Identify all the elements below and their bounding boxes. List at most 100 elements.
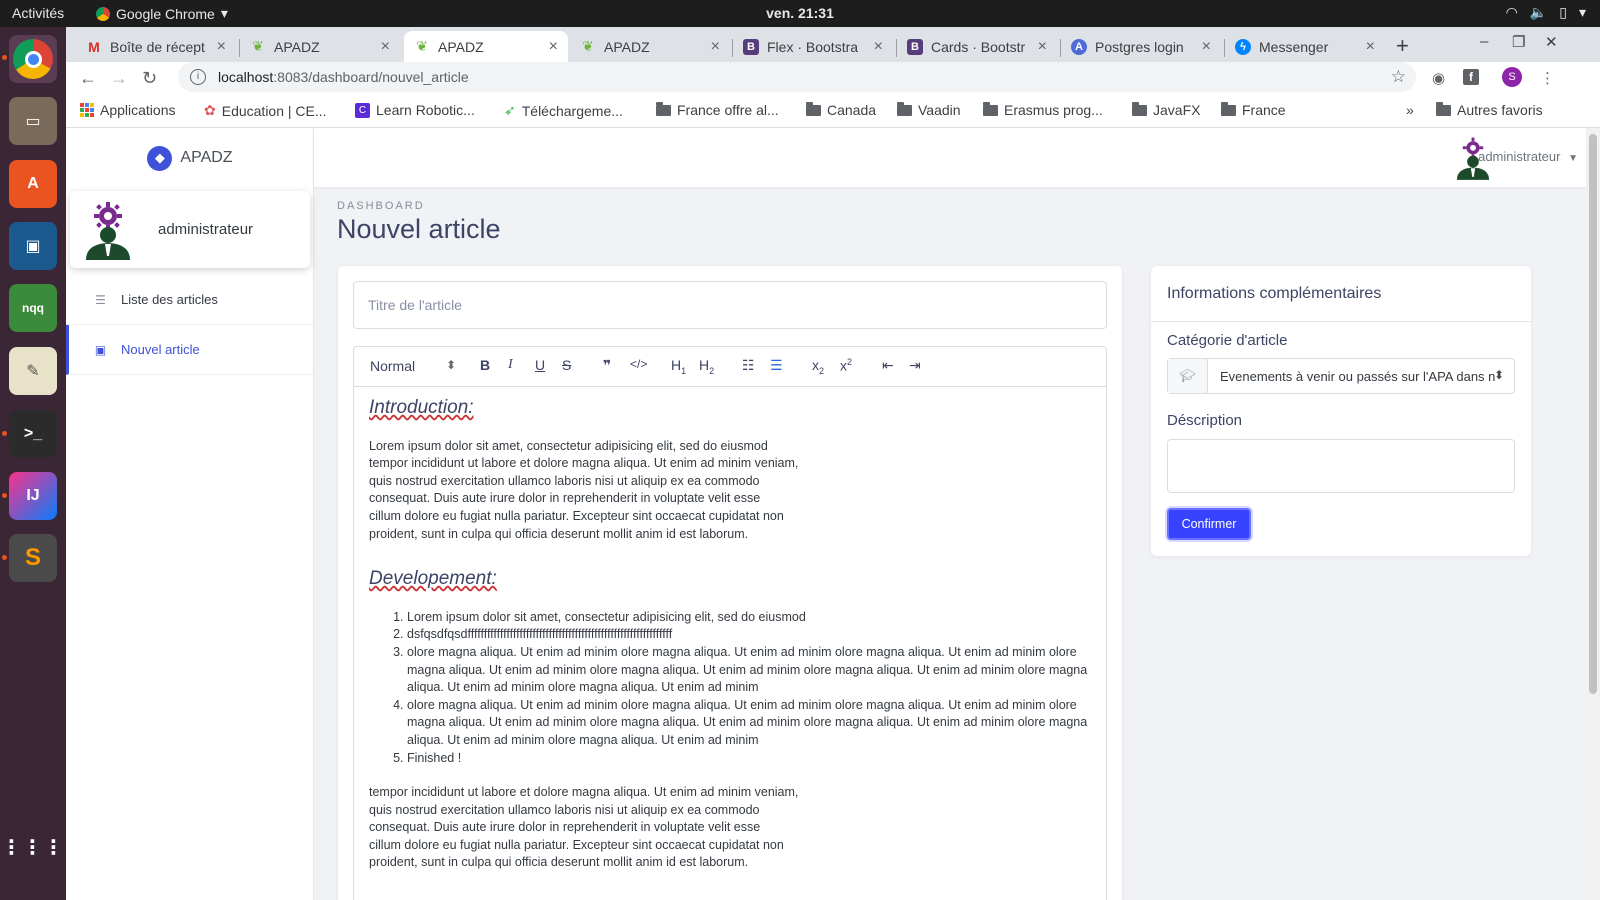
forward-button[interactable]: → [110, 68, 128, 89]
leaf-icon: ❦ [416, 38, 428, 54]
bookmark-folder-javafx[interactable]: JavaFX [1132, 101, 1200, 118]
list-item: olore magna aliqua. Ut enim ad minim olo… [407, 697, 1099, 750]
messenger-icon: ϟ [1235, 38, 1251, 55]
close-icon[interactable]: × [1038, 38, 1047, 56]
facebook-icon[interactable]: f [1463, 69, 1479, 85]
confirm-button[interactable]: Confirmer [1167, 508, 1251, 540]
sidebar-item-label: Liste des articles [121, 292, 218, 307]
tab-bootstrap-cards[interactable]: B Cards · Bootstr × [897, 31, 1057, 62]
close-icon[interactable]: × [1202, 38, 1211, 56]
intro-heading: Introduction: [369, 397, 474, 418]
brand[interactable]: ◆ APADZ [66, 128, 314, 188]
bookmark-folder-france[interactable]: France [1221, 101, 1286, 118]
bookmarks-overflow-button[interactable]: » [1406, 102, 1414, 118]
close-window-button[interactable]: ✕ [1545, 33, 1558, 51]
folder-icon [656, 101, 671, 116]
chrome-dock-icon[interactable] [9, 35, 57, 83]
article-title-input[interactable]: Titre de l'article [353, 281, 1107, 329]
bookmark-other-favorites[interactable]: Autres favoris [1436, 101, 1543, 118]
activities-button[interactable]: Activités [12, 5, 64, 21]
bookmark-label: France [1242, 102, 1286, 118]
blockquote-button[interactable]: ❞ [603, 357, 611, 374]
close-icon[interactable]: × [549, 38, 558, 56]
new-tab-button[interactable]: + [1396, 33, 1409, 59]
menu-dots-icon[interactable]: ⋮ [1540, 69, 1555, 87]
editor-content[interactable]: Introduction: Lorem ipsum dolor sit amet… [369, 397, 1099, 899]
tab-messenger[interactable]: ϟ Messenger × [1225, 31, 1385, 62]
outdent-button[interactable]: ⇤ [882, 357, 894, 374]
bookmark-education[interactable]: ✿ Education | CE... [204, 102, 327, 119]
reload-button[interactable]: ↻ [142, 68, 157, 89]
subscript-button[interactable]: x2 [812, 357, 824, 376]
volume-icon: 🔈 [1529, 4, 1548, 20]
bookmark-download[interactable]: ➶ Téléchargeme... [504, 102, 623, 119]
indent-button[interactable]: ⇥ [909, 357, 921, 374]
address-bar[interactable]: i localhost :8083/dashboard/nouvel_artic… [178, 62, 1416, 92]
breadcrumb: DASHBOARD [337, 200, 425, 212]
bullet-list-button[interactable]: ☰ [770, 357, 783, 374]
format-select[interactable]: Normal [370, 358, 456, 374]
close-icon[interactable]: × [381, 38, 390, 56]
virtualbox-dock-icon[interactable]: ▣ [9, 222, 57, 270]
bookmark-label: Canada [827, 102, 877, 118]
bookmark-folder-canada[interactable]: Canada [806, 101, 877, 118]
notepadqq-dock-icon[interactable]: nqq [9, 284, 57, 332]
terminal-dock-icon[interactable]: >_ [9, 410, 57, 458]
scrollbar-thumb[interactable] [1589, 134, 1597, 694]
back-button[interactable]: ← [79, 68, 97, 89]
description-textarea[interactable] [1167, 439, 1515, 493]
intellij-dock-icon[interactable]: IJ [9, 472, 57, 520]
camera-icon[interactable]: ◉ [1432, 69, 1445, 87]
page-scrollbar[interactable] [1586, 128, 1600, 900]
bookmark-folder-erasmus[interactable]: Erasmus prog... [983, 101, 1103, 118]
close-icon[interactable]: × [711, 38, 720, 56]
profile-avatar[interactable]: S [1502, 67, 1522, 87]
tab-apadz-3[interactable]: ❦ APADZ × [570, 31, 730, 62]
chevron-down-icon: ▾ [1578, 4, 1586, 20]
app-menu[interactable]: Google Chrome ▾ [96, 5, 228, 22]
show-apps-icon[interactable]: ⋮⋮⋮ [2, 823, 64, 871]
clock[interactable]: ven. 21:31 [0, 5, 1600, 21]
system-tray[interactable]: ◠ 🔈 ▯ ▾ [1506, 4, 1586, 21]
category-select[interactable]: 🎓︎ Evenements à venir ou passés sur l'AP… [1167, 358, 1515, 394]
text-editor-dock-icon[interactable]: ✎ [9, 347, 57, 395]
close-icon[interactable]: × [874, 38, 883, 56]
bookmark-folder-france-offre[interactable]: France offre al... [656, 101, 779, 118]
admin-gear-avatar-icon [86, 201, 130, 260]
dev-heading: Developement: [369, 568, 497, 590]
bookmark-folder-vaadin[interactable]: Vaadin [897, 101, 961, 118]
code-button[interactable]: </> [630, 357, 647, 371]
info-icon[interactable]: i [190, 69, 206, 85]
software-center-dock-icon[interactable]: A [9, 160, 57, 208]
tab-bootstrap-flex[interactable]: B Flex · Bootstra × [733, 31, 893, 62]
bookmark-robotics[interactable]: C Learn Robotic... [355, 102, 475, 118]
bookmark-applications[interactable]: Applications [80, 102, 176, 118]
folder-icon [897, 101, 912, 116]
maximize-button[interactable]: ❐ [1512, 33, 1525, 51]
brand-name: APADZ [180, 149, 233, 166]
tab-apadz-1[interactable]: ❦ APADZ × [240, 31, 400, 62]
minimize-button[interactable]: – [1480, 33, 1488, 50]
heading1-button[interactable]: H1 [671, 357, 686, 376]
tab-gmail[interactable]: M Boîte de récept × [76, 31, 236, 62]
tab-apadz-active[interactable]: ❦ APADZ × [404, 31, 568, 62]
bookmark-label: Vaadin [918, 102, 961, 118]
ordered-list-button[interactable]: ☷ [742, 357, 755, 374]
superscript-button[interactable]: x2 [840, 357, 852, 374]
close-icon[interactable]: × [217, 38, 226, 56]
bookmark-star-icon[interactable]: ☆ [1391, 67, 1406, 87]
bold-button[interactable]: B [480, 357, 490, 373]
sidebar-item-liste-articles[interactable]: ☰ Liste des articles [66, 275, 314, 325]
sublime-dock-icon[interactable]: S [9, 534, 57, 582]
dev-list: Lorem ipsum dolor sit amet, consectetur … [407, 609, 1099, 767]
user-menu-toggle[interactable]: administrateur ▼ [1478, 149, 1578, 164]
heading2-button[interactable]: H2 [699, 357, 714, 376]
files-dock-icon[interactable]: ▭ [9, 97, 57, 145]
sidebar-item-nouvel-article[interactable]: ▣ Nouvel article [66, 325, 314, 375]
close-icon[interactable]: × [1366, 38, 1375, 56]
category-value: Evenements à venir ou passés sur l'APA d… [1208, 359, 1514, 393]
tab-postgres-login[interactable]: A Postgres login × [1061, 31, 1221, 62]
strikethrough-button[interactable]: S [562, 357, 571, 373]
underline-button[interactable]: U [535, 357, 545, 373]
italic-button[interactable]: I [508, 357, 513, 373]
